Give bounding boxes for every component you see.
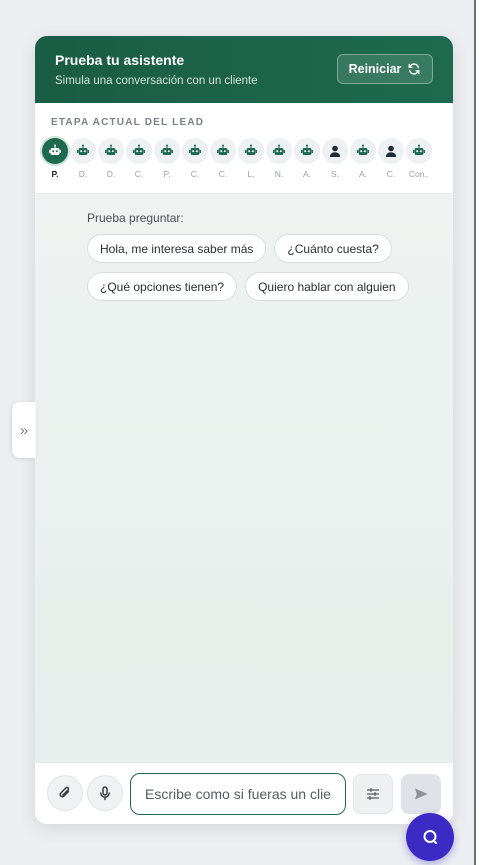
lead-stage-item[interactable]: L. <box>237 138 265 179</box>
lead-stage-list: P. D. D. C. P. C. C. L. N. A. S. A. C. Con.. <box>41 138 433 179</box>
suggestions-label: Prueba preguntar: <box>87 211 184 225</box>
lead-stage-item[interactable]: C. <box>209 138 237 179</box>
reset-button[interactable]: Reiniciar <box>337 54 433 84</box>
lead-stage-name: Con.. <box>408 169 430 179</box>
lead-stage-item[interactable]: S. <box>321 138 349 179</box>
robot-icon <box>42 138 68 164</box>
lead-stage-item[interactable]: C. <box>125 138 153 179</box>
lead-stage-item[interactable]: D. <box>69 138 97 179</box>
suggestion-chip[interactable]: ¿Qué opciones tienen? <box>87 272 238 301</box>
lead-stage-item[interactable]: N. <box>265 138 293 179</box>
panel-header: Prueba tu asistente Simula una conversac… <box>35 36 453 103</box>
lead-stage-name: C. <box>386 169 396 179</box>
suggestion-chips: Hola, me interesa saber más ¿Cuánto cues… <box>87 234 437 310</box>
lead-stage-name: D. <box>78 169 88 179</box>
lead-stage-name: N. <box>274 169 284 179</box>
lead-stage-name: L. <box>247 169 255 179</box>
lead-stage-item[interactable]: A. <box>293 138 321 179</box>
lead-stage-item[interactable]: Con.. <box>405 138 433 179</box>
reset-button-label: Reiniciar <box>348 62 402 76</box>
person-icon <box>322 138 348 164</box>
robot-icon <box>294 138 320 164</box>
lead-stage-name: A. <box>358 169 368 179</box>
robot-icon <box>238 138 264 164</box>
robot-icon <box>406 138 432 164</box>
lead-stage-item[interactable]: A. <box>349 138 377 179</box>
lead-stage-name: A. <box>302 169 312 179</box>
lead-stage-item[interactable]: P. <box>153 138 181 179</box>
robot-icon <box>182 138 208 164</box>
suggestion-chip[interactable]: Hola, me interesa saber más <box>87 234 267 263</box>
microphone-icon <box>100 786 110 801</box>
lead-stage-item[interactable]: P. <box>41 138 69 179</box>
expand-sidebar-button[interactable]: » <box>12 402 36 458</box>
settings-button[interactable] <box>353 774 393 814</box>
message-input[interactable] <box>130 773 346 815</box>
lead-stage-name: C. <box>218 169 228 179</box>
robot-icon <box>154 138 180 164</box>
chat-area: Prueba preguntar: Hola, me interesa sabe… <box>35 194 453 762</box>
lead-stage-section: ETAPA ACTUAL DEL LEAD P. D. D. C. P. C. C. L. N.… <box>35 103 453 194</box>
lead-stage-name: P. <box>51 169 59 179</box>
person-icon <box>378 138 404 164</box>
lead-stage-name: S. <box>330 169 340 179</box>
attach-button[interactable] <box>47 775 83 811</box>
lead-stage-item[interactable]: D. <box>97 138 125 179</box>
send-icon <box>415 788 428 800</box>
robot-icon <box>266 138 292 164</box>
assistant-test-panel: Prueba tu asistente Simula una conversac… <box>35 36 453 824</box>
message-composer <box>35 762 453 824</box>
lead-stage-name: C. <box>190 169 200 179</box>
chat-bubble-icon <box>423 830 437 844</box>
microphone-button[interactable] <box>87 775 123 811</box>
chat-launcher-button[interactable] <box>406 813 454 861</box>
panel-subtitle: Simula una conversación con un cliente <box>55 75 258 87</box>
robot-icon <box>70 138 96 164</box>
paperclip-icon <box>59 786 70 798</box>
lead-stage-item[interactable]: C. <box>181 138 209 179</box>
lead-stage-item[interactable]: C. <box>377 138 405 179</box>
robot-icon <box>98 138 124 164</box>
sliders-icon <box>366 787 380 801</box>
lead-stage-label: ETAPA ACTUAL DEL LEAD <box>51 117 205 128</box>
send-button[interactable] <box>401 774 441 814</box>
lead-stage-name: C. <box>134 169 144 179</box>
robot-icon <box>210 138 236 164</box>
lead-stage-name: P. <box>163 169 171 179</box>
robot-icon <box>350 138 376 164</box>
suggestion-chip[interactable]: ¿Cuánto cuesta? <box>274 234 392 263</box>
suggestion-chip[interactable]: Quiero hablar con alguien <box>245 272 409 301</box>
window-right-edge <box>474 0 481 865</box>
robot-icon <box>126 138 152 164</box>
lead-stage-name: D. <box>106 169 116 179</box>
double-chevron-right-icon: » <box>19 421 29 439</box>
refresh-icon <box>408 63 420 75</box>
panel-title: Prueba tu asistente <box>55 52 185 68</box>
